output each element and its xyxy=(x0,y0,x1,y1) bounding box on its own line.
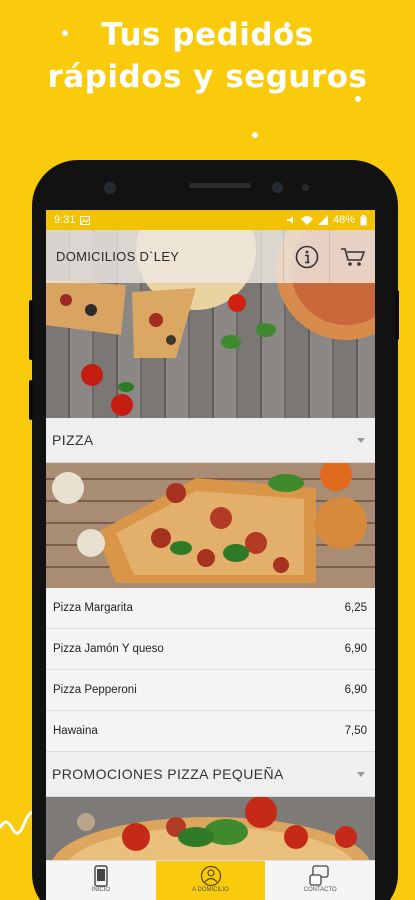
menu-item-name: Pizza Jamón Y queso xyxy=(53,643,164,655)
contact-icon xyxy=(309,865,329,886)
pizza-photo xyxy=(52,463,367,583)
menu-item[interactable]: Pizza Jamón Y queso 6,90 xyxy=(46,629,375,670)
phone-speaker xyxy=(189,183,251,188)
promo-headline-line2: rápidos y seguros xyxy=(47,59,368,95)
promo-headline: Tus pedidos rápidos y seguros xyxy=(0,14,415,98)
pizza-banner-image xyxy=(46,463,375,588)
menu-item[interactable]: Hawaina 7,50 xyxy=(46,711,375,752)
tab-label: A DOMICILIO xyxy=(192,887,229,893)
mute-icon xyxy=(286,216,293,224)
decor-dot xyxy=(62,30,68,36)
menu-item-price: 6,90 xyxy=(344,684,367,696)
phone-button xyxy=(29,380,33,420)
cart-icon xyxy=(340,247,365,266)
front-camera-icon xyxy=(104,182,116,194)
tab-contacto[interactable]: CONTACTO xyxy=(265,861,375,900)
menu-item-price: 6,90 xyxy=(344,643,367,655)
cart-button[interactable] xyxy=(329,230,375,283)
bottom-nav: INICIO A DOMICILIO CONTACTO xyxy=(46,860,375,900)
tab-label: CONTACTO xyxy=(303,887,337,893)
image-notification-icon xyxy=(80,215,91,225)
chevron-down-icon xyxy=(357,437,365,443)
section-title: PROMOCIONES PIZZA PEQUEÑA xyxy=(52,766,284,782)
menu-item[interactable]: Pizza Pepperoni 6,90 xyxy=(46,670,375,711)
delivery-icon xyxy=(200,865,221,887)
app-title: DOMICILIOS D`LEY xyxy=(56,249,180,264)
hero-image: DOMICILIOS D`LEY xyxy=(46,230,375,418)
menu-item-name: Pizza Margarita xyxy=(53,602,133,614)
tab-label: INICIO xyxy=(91,887,110,893)
tab-inicio[interactable]: INICIO xyxy=(46,861,156,900)
chevron-down-icon xyxy=(357,771,365,777)
menu-item-price: 7,50 xyxy=(344,725,367,737)
sensor-icon xyxy=(302,184,309,191)
tab-a-domicilio[interactable]: A DOMICILIO xyxy=(155,861,266,900)
phone-button xyxy=(395,290,399,340)
signal-icon xyxy=(317,215,328,225)
section-header-pizza[interactable]: PIZZA xyxy=(46,418,375,463)
sensor-icon xyxy=(272,182,283,193)
decor-dot xyxy=(284,22,290,28)
status-bar: 9:31 48% xyxy=(46,210,375,230)
info-icon xyxy=(295,245,318,268)
menu-item-price: 6,25 xyxy=(344,602,367,614)
section-header-promociones[interactable]: PROMOCIONES PIZZA PEQUEÑA xyxy=(46,752,375,797)
menu-item[interactable]: Pizza Margarita 6,25 xyxy=(46,588,375,629)
section-title: PIZZA xyxy=(52,432,94,448)
battery-level: 48% xyxy=(332,214,355,226)
decor-dot xyxy=(252,132,258,138)
wifi-icon xyxy=(300,216,313,225)
battery-icon xyxy=(360,214,367,225)
menu-item-name: Pizza Pepperoni xyxy=(53,684,137,696)
menu-list-pizza: Pizza Margarita 6,25 Pizza Jamón Y queso… xyxy=(46,588,375,752)
phone-icon xyxy=(94,865,108,887)
phone-button xyxy=(29,300,33,360)
app-bar: DOMICILIOS D`LEY xyxy=(46,230,375,283)
decor-dot xyxy=(355,96,361,102)
status-time: 9:31 xyxy=(54,214,76,226)
menu-item-name: Hawaina xyxy=(53,725,98,737)
app-screen: 9:31 48% DOMICILIOS D`LEY PIZZA Pizza Ma… xyxy=(46,210,375,900)
info-button[interactable] xyxy=(283,230,329,283)
